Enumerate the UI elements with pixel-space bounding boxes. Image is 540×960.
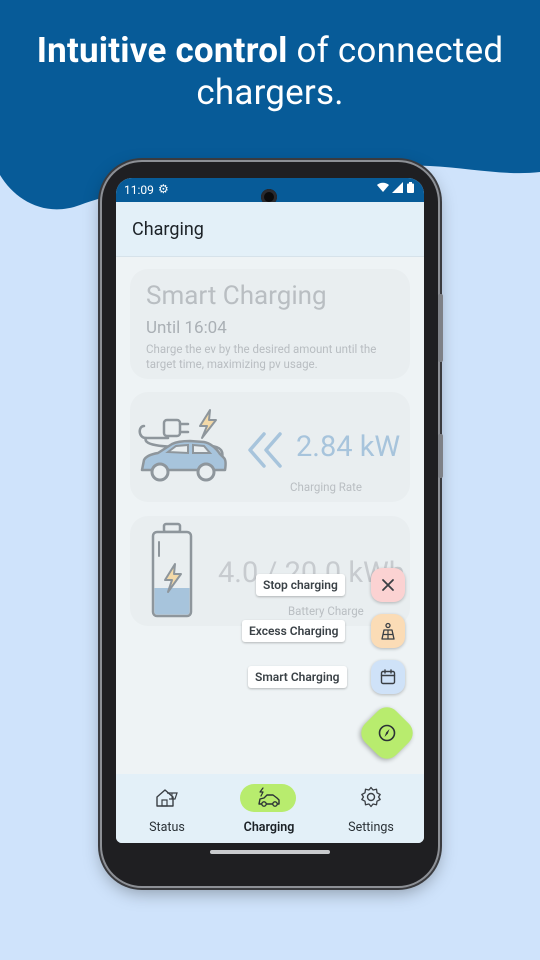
chevrons-left-icon: [248, 432, 282, 468]
status-icons: [376, 182, 414, 196]
signal-icon: [392, 182, 404, 193]
smart-charging-until: Until 16:04: [146, 318, 227, 338]
gear-icon: [361, 786, 381, 808]
phone-frame: 11:09 ⚙ Charging Smart Charging Until 16…: [102, 162, 443, 886]
calendar-icon: [380, 669, 396, 685]
nav-label-charging: Charging: [243, 820, 295, 835]
status-time: 11:09: [124, 183, 154, 197]
solar-panel-icon: [381, 622, 395, 640]
smart-charging-button[interactable]: [371, 660, 405, 694]
app-bar: Charging: [116, 202, 424, 257]
charging-rate-label: Charging Rate: [290, 480, 362, 494]
stop-charging-button[interactable]: [371, 568, 405, 602]
nav-label-status: Status: [149, 820, 185, 835]
smart-charging-description: Charge the ev by the desired amount unti…: [146, 342, 377, 371]
promo-headline: Intuitive control of connected chargers.: [0, 30, 540, 114]
wifi-icon: [376, 182, 389, 192]
nav-item-settings[interactable]: Settings: [320, 774, 422, 843]
house-solar-icon: [156, 789, 178, 807]
charging-mode-fab[interactable]: [355, 701, 419, 765]
battery-charge-card: 4.0 / 20.0 kWh Battery Charge: [130, 516, 410, 626]
stop-charging-label[interactable]: Stop charging: [256, 574, 345, 596]
phone-screen: 11:09 ⚙ Charging Smart Charging Until 16…: [116, 178, 424, 843]
excess-charging-button[interactable]: [371, 614, 405, 648]
battery-icon: [407, 182, 414, 193]
battery-charge-label: Battery Charge: [288, 604, 364, 618]
home-indicator[interactable]: [210, 850, 330, 854]
charging-rate-card: 2.84 kW Charging Rate: [130, 392, 410, 502]
volume-button: [438, 294, 443, 362]
compass-icon: [378, 724, 396, 742]
battery-illustration: [151, 522, 193, 618]
nav-item-status[interactable]: Status: [116, 774, 218, 843]
charging-rate-value: 2.84 kW: [296, 430, 401, 464]
smart-charging-label[interactable]: Smart Charging: [248, 666, 347, 688]
bottom-navigation: Status Charging Settings: [116, 774, 424, 843]
excess-charging-label[interactable]: Excess Charging: [242, 620, 346, 642]
nav-label-settings: Settings: [348, 820, 394, 835]
car-charging-illustration: [138, 409, 227, 482]
power-button: [438, 434, 443, 478]
close-icon: [382, 579, 394, 591]
page-title: Charging: [132, 219, 204, 240]
smart-charging-card[interactable]: Smart Charging Until 16:04 Charge the ev…: [130, 269, 410, 379]
nav-item-charging[interactable]: Charging: [218, 774, 320, 843]
headline-bold: Intuitive control: [36, 30, 288, 71]
car-charging-icon: [258, 787, 280, 807]
settings-icon: ⚙: [158, 182, 169, 196]
smart-charging-title: Smart Charging: [146, 281, 327, 311]
